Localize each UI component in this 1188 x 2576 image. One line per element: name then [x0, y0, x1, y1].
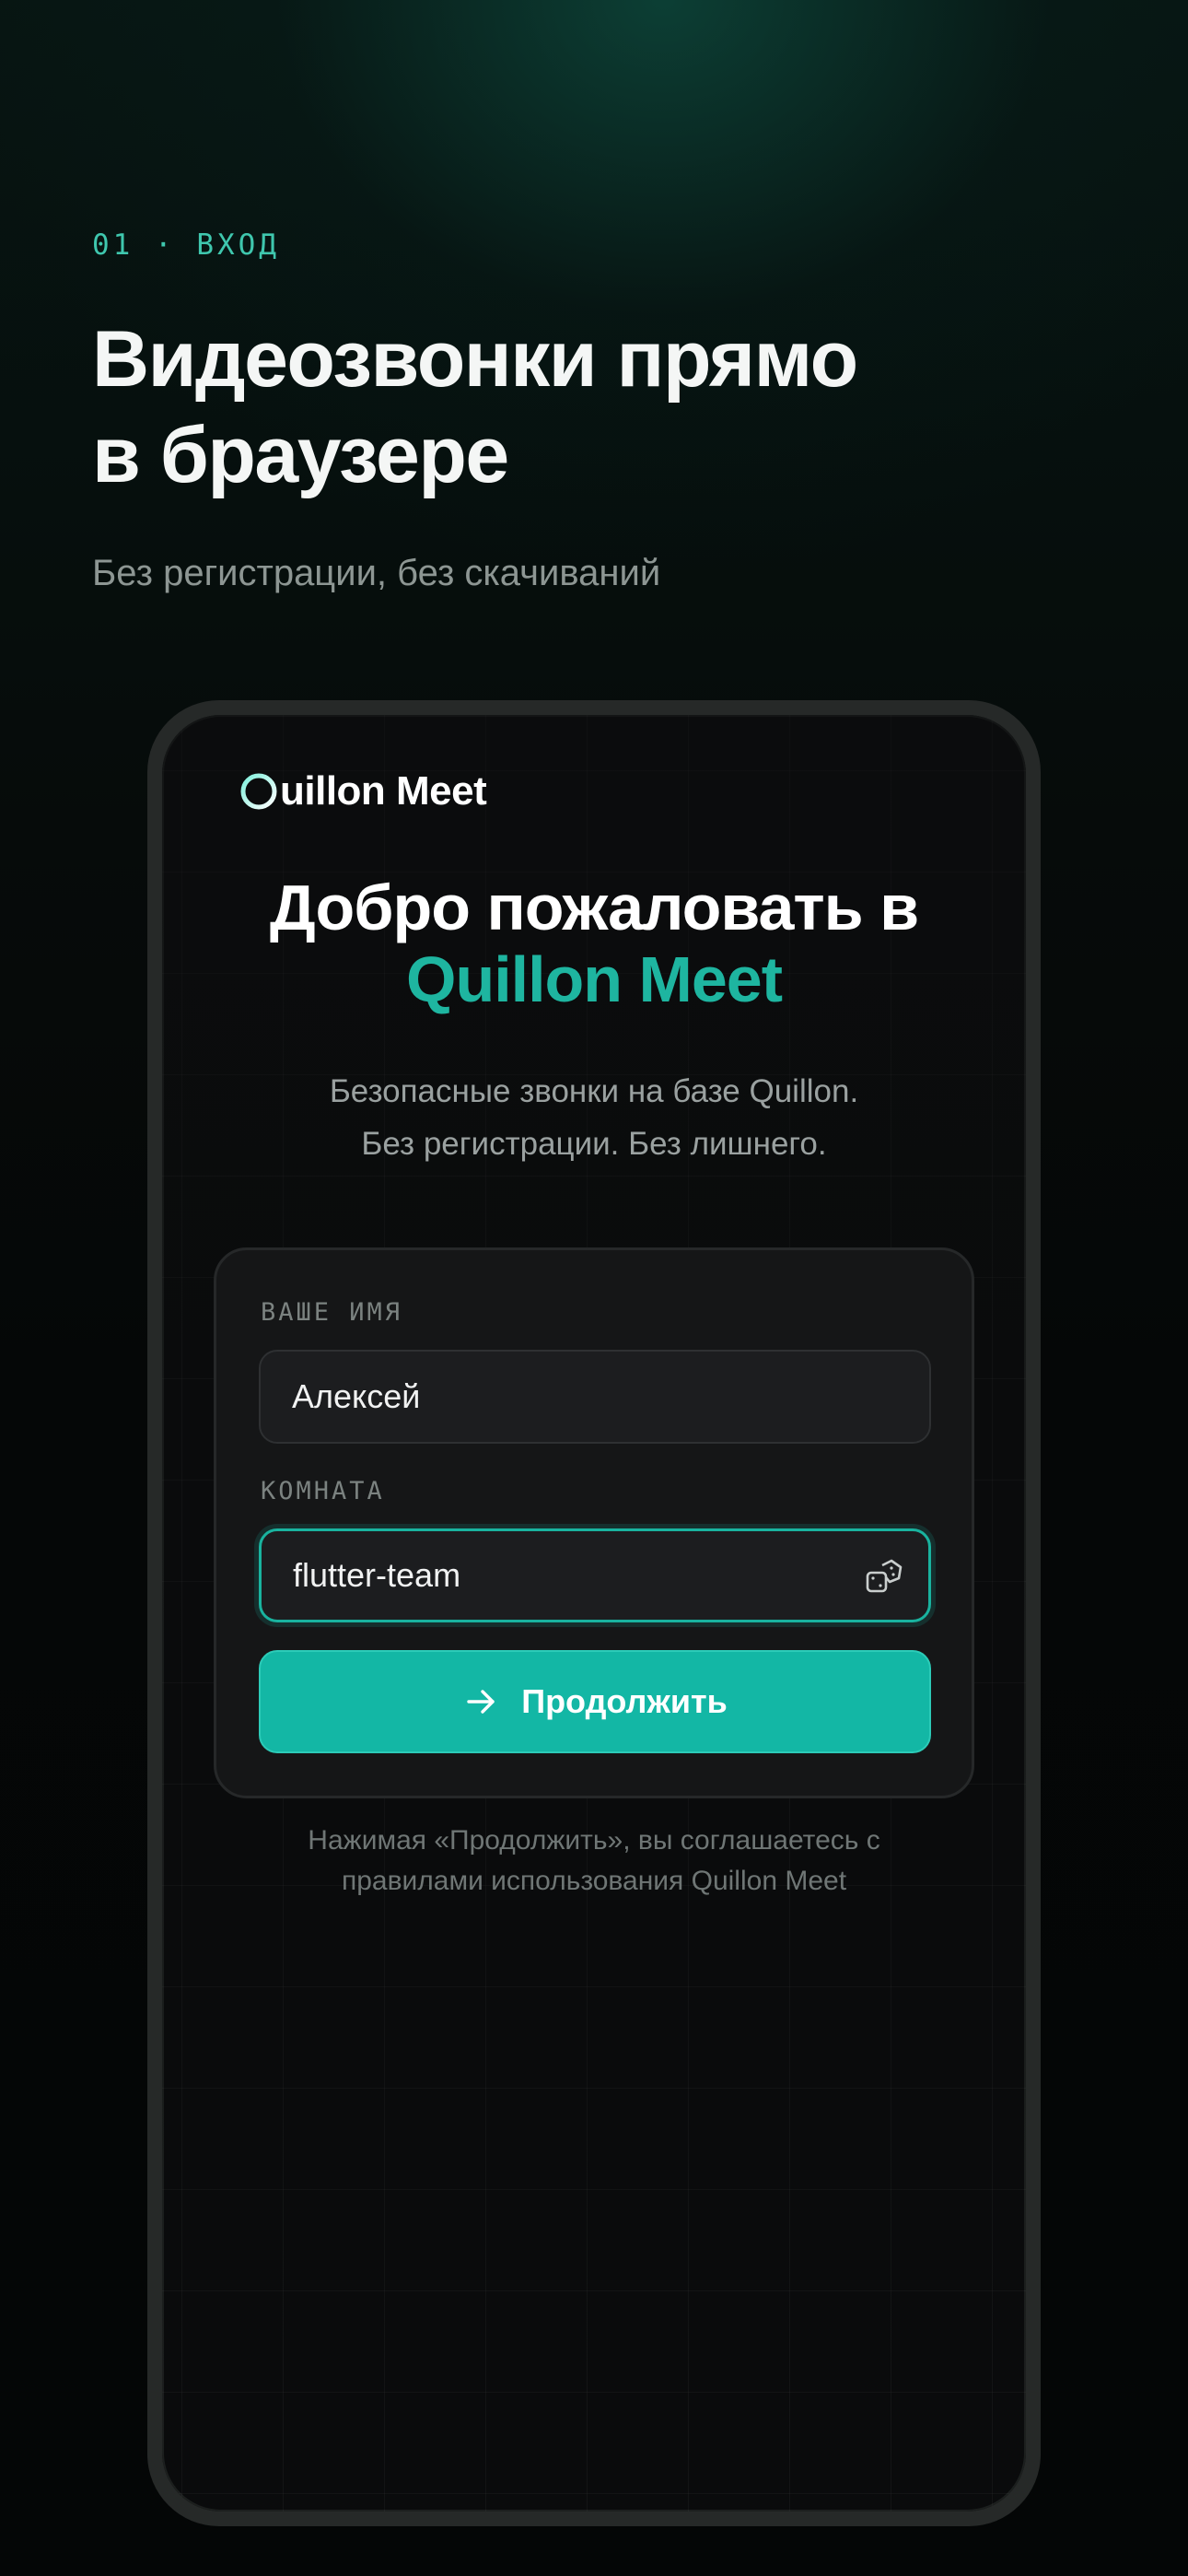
welcome-title-brand: Quillon Meet	[406, 943, 783, 1015]
name-field-label: ВАШЕ ИМЯ	[261, 1298, 403, 1327]
hero-subtitle: Без регистрации, без скачиваний	[92, 553, 661, 593]
terms-line2: правилами использования Quillon Meet	[341, 1866, 847, 1896]
welcome-description-line2: Без регистрации. Без лишнего.	[361, 1126, 827, 1162]
dice-icon[interactable]	[864, 1557, 904, 1598]
continue-button-label: Продолжить	[521, 1682, 728, 1720]
hero-title-line1: Видеозвонки прямо	[92, 315, 858, 404]
welcome-description-line1: Безопасные звонки на базе Quillon.	[329, 1073, 859, 1109]
room-input[interactable]: flutter-team	[259, 1528, 931, 1622]
terms-line1: Нажимая «Продолжить», вы соглашаетесь с	[308, 1825, 880, 1856]
welcome-title: Добро пожаловать в Quillon Meet	[162, 872, 1026, 1015]
arrow-right-icon	[467, 1690, 495, 1714]
phone-screen: uillon Meet Добро пожаловать в Quillon M…	[162, 715, 1026, 2512]
o-ring-logo-icon	[240, 773, 277, 810]
join-form-card: ВАШЕ ИМЯ Алексей КОМНАТА flutter-team Пр…	[214, 1247, 974, 1798]
hero-title: Видеозвонки прямо в браузере	[92, 311, 1105, 503]
app-logo-text: uillon Meet	[280, 768, 487, 814]
continue-button[interactable]: Продолжить	[259, 1650, 931, 1753]
app-logo: uillon Meet	[239, 768, 487, 814]
room-field-label: КОМНАТА	[261, 1477, 385, 1505]
terms-notice: Нажимая «Продолжить», вы соглашаетесь с …	[162, 1821, 1026, 1902]
hero-title-line2: в браузере	[92, 411, 509, 499]
name-input[interactable]: Алексей	[259, 1350, 931, 1444]
name-input-value: Алексей	[292, 1377, 421, 1415]
welcome-title-line1: Добро пожаловать в	[269, 872, 919, 943]
room-input-value: flutter-team	[293, 1556, 461, 1594]
step-label: 01 · ВХОД	[92, 228, 280, 262]
phone-frame: uillon Meet Добро пожаловать в Quillon M…	[147, 700, 1041, 2526]
welcome-description: Безопасные звонки на базе Quillon. Без р…	[162, 1065, 1026, 1170]
